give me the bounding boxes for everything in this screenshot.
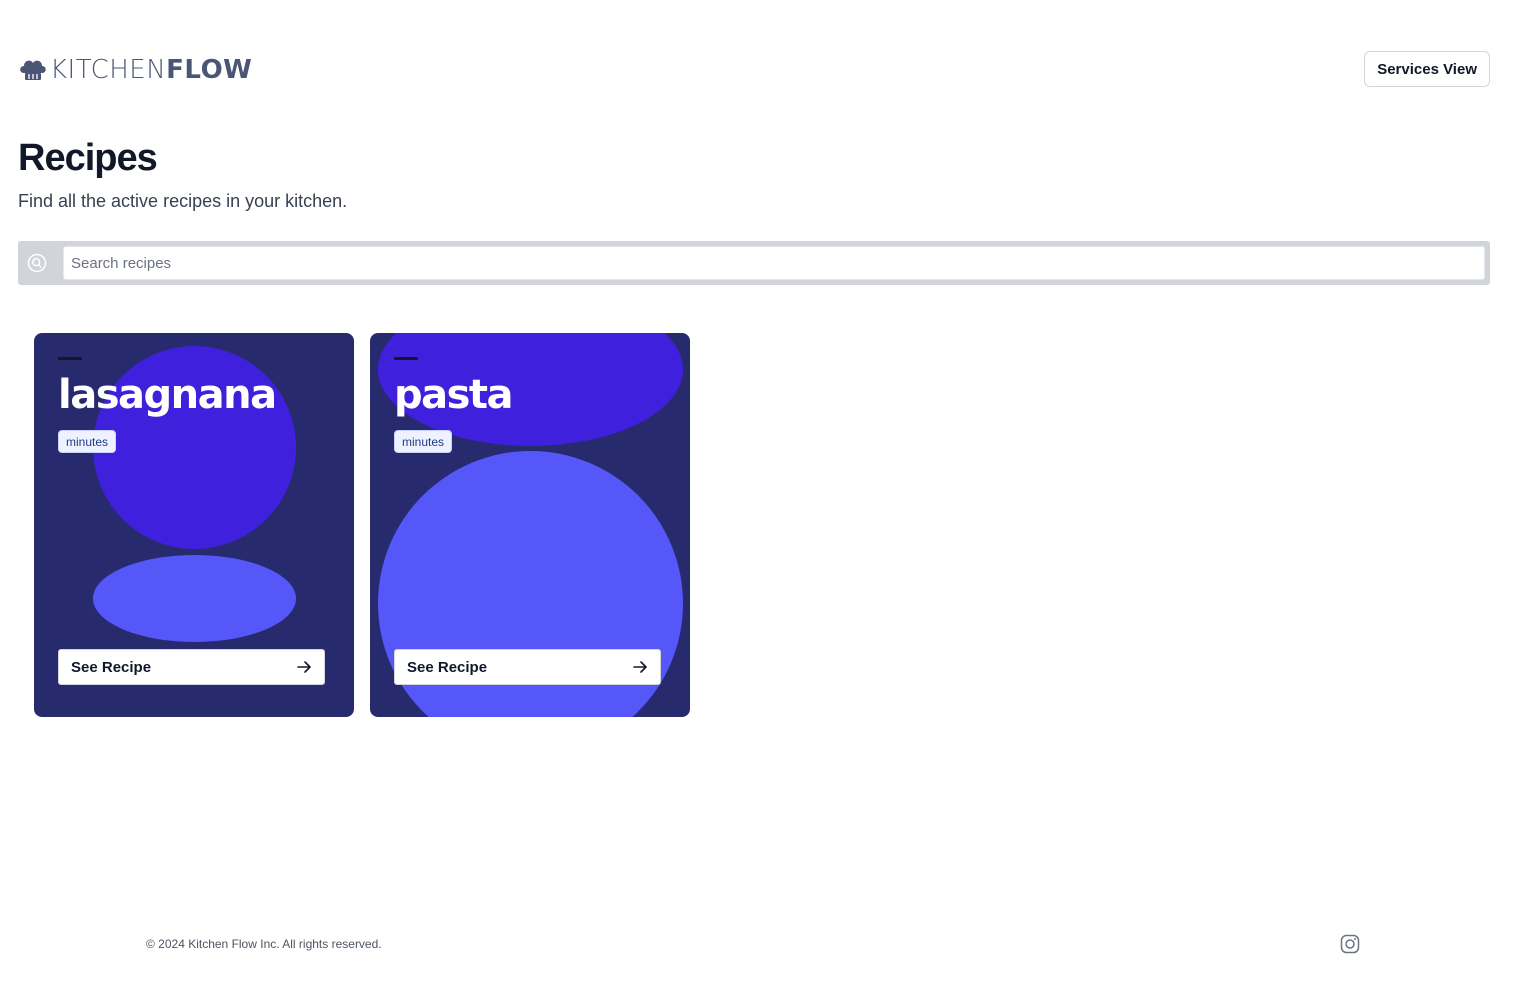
card-decor-ellipse	[93, 555, 296, 642]
recipe-card[interactable]: lasagnana minutes See Recipe	[34, 333, 354, 717]
footer-copyright: © 2024 Kitchen Flow Inc. All rights rese…	[146, 937, 382, 951]
recipe-card[interactable]: pasta minutes See Recipe	[370, 333, 690, 717]
instagram-icon[interactable]	[1340, 934, 1360, 954]
search-bar	[18, 241, 1490, 285]
logo-wordmark-light: KITCHEN	[50, 55, 167, 85]
page-title: Recipes	[18, 137, 158, 179]
logo-wordmark: KITCHENFLOW	[50, 56, 252, 84]
recipe-title: lasagnana	[58, 372, 277, 418]
recipe-time-badge: minutes	[58, 430, 117, 453]
logo-wordmark-bold: FLOW	[166, 55, 253, 85]
see-recipe-button[interactable]: See Recipe	[394, 649, 661, 685]
page-subtitle: Find all the active recipes in your kitc…	[18, 191, 348, 211]
kitchenflow-logo[interactable]: KITCHENFLOW	[18, 56, 252, 84]
see-recipe-button[interactable]: See Recipe	[58, 649, 325, 685]
services-view-button[interactable]: Services View	[1364, 51, 1490, 87]
see-recipe-label: See Recipe	[71, 658, 152, 676]
recipe-time-badge: minutes	[394, 430, 453, 453]
chef-hat-icon	[20, 60, 46, 80]
arrow-right-icon	[633, 661, 647, 673]
recipe-title: pasta	[394, 372, 514, 418]
arrow-right-icon	[297, 661, 311, 673]
search-input[interactable]	[63, 246, 1485, 280]
site-header: KITCHENFLOW Services View	[18, 51, 1490, 87]
search-icon	[27, 253, 47, 273]
card-dash	[394, 357, 418, 360]
see-recipe-label: See Recipe	[407, 658, 488, 676]
card-dash	[58, 357, 82, 360]
